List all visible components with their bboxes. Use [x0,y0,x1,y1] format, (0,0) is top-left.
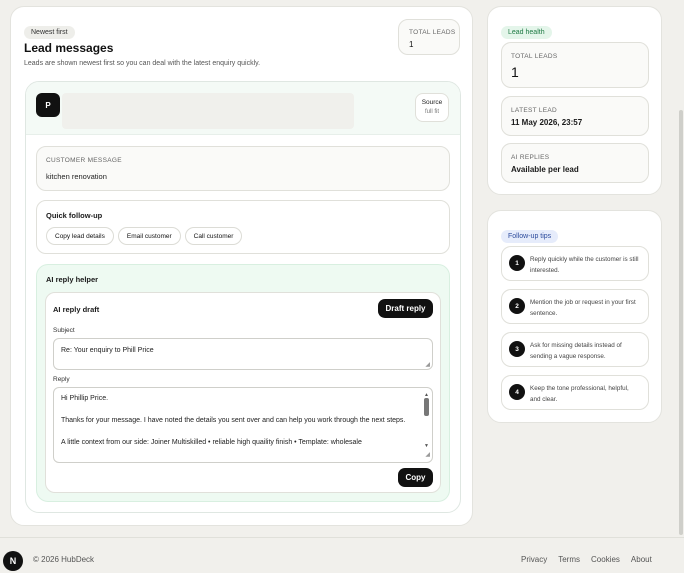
reply-scrollbar-thumb[interactable] [424,398,429,416]
app-badge-icon[interactable]: N [3,551,23,571]
total-leads-box: TOTAL LEADS 1 [398,19,460,55]
call-customer-button[interactable]: Call customer [184,227,243,245]
subject-value: Re: Your enquiry to Phill Price [61,347,154,354]
reply-textarea[interactable]: Hi Phillip Price. Thanks for your messag… [53,387,433,463]
tip-item: 4 Keep the tone professional, helpful, a… [501,375,649,410]
subject-label: Subject [53,327,75,334]
lead-health-badge: Lead health [501,26,552,39]
page-subtitle: Leads are shown newest first so you can … [24,60,261,67]
lead-card: P Source full fit CUSTOMER MESSAGE kitch… [25,81,461,513]
copy-button[interactable]: Copy [398,468,433,487]
source-label: Source [421,99,443,106]
tip-item: 2 Mention the job or request in your fir… [501,289,649,324]
quick-followup-title: Quick follow-up [46,211,103,220]
stat-ai-replies: AI REPLIES Available per lead [501,143,649,183]
footer-links: Privacy Terms Cookies About [521,555,652,564]
stat-label: TOTAL LEADS [511,53,558,60]
resize-grip-icon[interactable]: ◢ [425,361,430,368]
ai-section-title: AI reply helper [46,275,99,284]
copy-lead-details-button[interactable]: Copy lead details [46,227,114,245]
stat-value: Available per lead [511,165,579,174]
ai-draft-title: AI reply draft [53,305,100,314]
lead-health-panel: Lead health TOTAL LEADS 1 LATEST LEAD 11… [487,6,662,195]
total-leads-value: 1 [409,40,414,49]
stat-latest-lead: LATEST LEAD 11 May 2026, 23:57 [501,96,649,136]
draft-reply-button[interactable]: Draft reply [378,299,433,318]
sort-badge[interactable]: Newest first [24,26,75,39]
stat-label: AI REPLIES [511,154,550,161]
reply-line-greeting: Hi Phillip Price. [61,395,109,402]
total-leads-label: TOTAL LEADS [409,29,456,36]
tip-text: Keep the tone professional, helpful, and… [530,385,629,403]
tip-number: 4 [509,384,525,400]
stat-total-leads: TOTAL LEADS 1 [501,42,649,88]
source-value: full fit [424,109,439,115]
page-scrollbar[interactable] [679,110,683,535]
copyright-text: © 2026 HubDeck [33,555,95,564]
email-customer-button[interactable]: Email customer [117,227,181,245]
tip-number: 1 [509,255,525,271]
followup-actions: Copy lead details Email customer Call cu… [46,227,243,245]
stat-label: LATEST LEAD [511,107,558,114]
tip-text: Ask for missing details instead of sendi… [530,342,622,360]
resize-grip-icon[interactable]: ◢ [425,450,430,461]
follow-up-tips-panel: Follow-up tips 1 Reply quickly while the… [487,210,662,423]
stat-value: 1 [511,64,519,80]
tip-text: Reply quickly while the customer is stil… [530,256,639,274]
stat-value: 11 May 2026, 23:57 [511,118,583,127]
avatar: P [36,93,60,117]
tip-item: 1 Reply quickly while the customer is st… [501,246,649,281]
tip-number: 3 [509,341,525,357]
reply-label: Reply [53,376,70,383]
tip-number: 2 [509,298,525,314]
tip-text: Mention the job or request in your first… [530,299,636,317]
subject-field[interactable]: Re: Your enquiry to Phill Price ◢ [53,338,433,370]
page-title: Lead messages [24,41,114,55]
ai-reply-draft: AI reply draft Draft reply Subject Re: Y… [45,292,441,493]
lead-name-placeholder [62,93,354,129]
footer-link-terms[interactable]: Terms [558,555,580,564]
customer-message-label: CUSTOMER MESSAGE [46,157,122,164]
footer-link-privacy[interactable]: Privacy [521,555,547,564]
tip-item: 3 Ask for missing details instead of sen… [501,332,649,367]
footer-link-about[interactable]: About [631,555,652,564]
quick-followup-box: Quick follow-up Copy lead details Email … [36,200,450,254]
reply-line-context: A little context from our side: Joiner M… [61,439,362,446]
follow-up-tips-badge: Follow-up tips [501,230,559,243]
customer-message: kitchen renovation [46,172,107,181]
lead-header: P Source full fit [26,82,460,135]
footer-divider [0,537,684,538]
customer-message-box: CUSTOMER MESSAGE kitchen renovation [36,146,450,191]
footer-link-cookies[interactable]: Cookies [591,555,620,564]
lead-messages-panel: Newest first Lead messages Leads are sho… [10,6,473,526]
reply-line-body: Thanks for your message. I have noted th… [61,417,406,424]
ai-reply-helper: AI reply helper AI reply draft Draft rep… [36,264,450,502]
source-box: Source full fit [415,93,449,122]
